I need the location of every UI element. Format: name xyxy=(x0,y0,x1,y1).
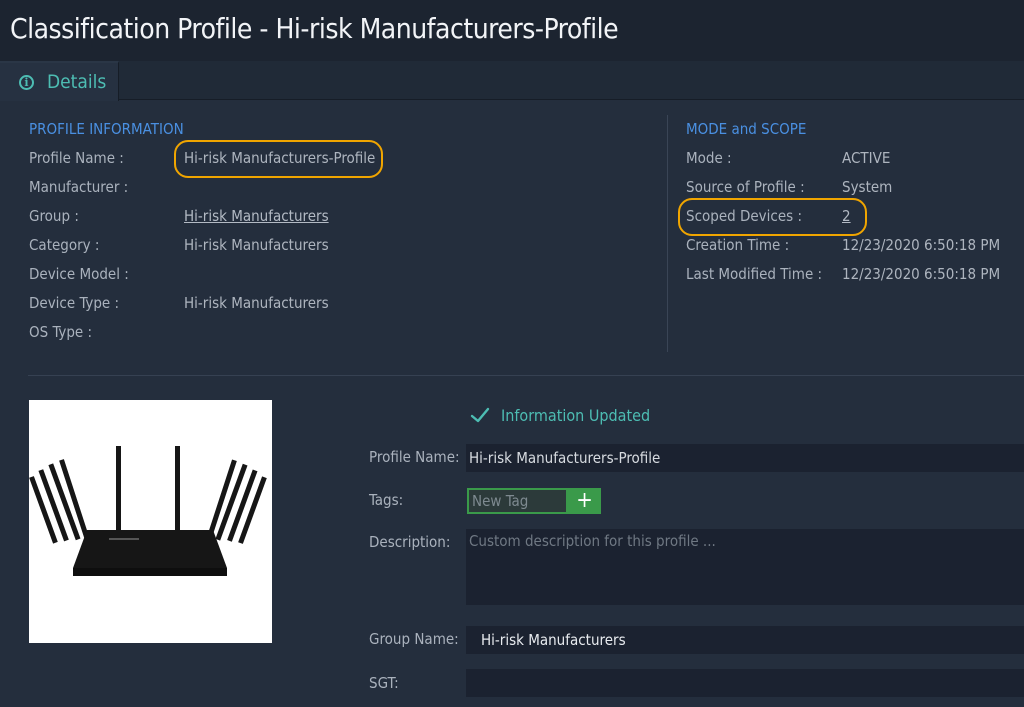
sgt-label: SGT: xyxy=(369,674,399,692)
page-title: Classification Profile - Hi-risk Manufac… xyxy=(10,12,619,45)
column-divider xyxy=(667,115,668,352)
tab-bar: i Details xyxy=(0,61,1024,101)
last-modified-time-label: Last Modified Time : xyxy=(686,265,823,283)
add-tag-button[interactable]: + xyxy=(568,488,601,514)
status-message-text: Information Updated xyxy=(501,405,651,425)
check-icon xyxy=(470,407,490,423)
sgt-input[interactable] xyxy=(466,669,1024,697)
description-label: Description: xyxy=(369,533,451,551)
profile-name-input[interactable]: Hi-risk Manufacturers-Profile xyxy=(466,444,1024,472)
mode-scope-title: MODE and SCOPE xyxy=(686,120,807,138)
tab-details-label: Details xyxy=(47,71,107,93)
profile-information-title: PROFILE INFORMATION xyxy=(29,120,184,138)
info-icon: i xyxy=(19,74,34,90)
device-model-label: Device Model : xyxy=(29,265,129,283)
router-image xyxy=(29,400,272,643)
device-type-label: Device Type : xyxy=(29,294,120,312)
os-type-label: OS Type : xyxy=(29,323,93,341)
profile-name-label: Profile Name : xyxy=(29,149,124,167)
manufacturer-label: Manufacturer : xyxy=(29,178,129,196)
section-divider xyxy=(28,375,1024,376)
scoped-devices-highlight xyxy=(678,198,867,236)
profile-name-highlight xyxy=(174,140,383,178)
profile-name-field-label: Profile Name: xyxy=(369,448,460,466)
group-name-label: Group Name: xyxy=(369,630,459,648)
source-of-profile-value: System xyxy=(842,178,893,196)
source-of-profile-label: Source of Profile : xyxy=(686,178,805,196)
description-textarea[interactable]: Custom description for this profile ... xyxy=(466,529,1024,605)
router-icon xyxy=(29,446,267,576)
device-type-value: Hi-risk Manufacturers xyxy=(184,294,329,312)
category-value: Hi-risk Manufacturers xyxy=(184,236,329,254)
category-label: Category : xyxy=(29,236,100,254)
status-message: Information Updated xyxy=(469,404,650,426)
creation-time-value: 12/23/2020 6:50:18 PM xyxy=(842,236,1001,254)
group-label: Group : xyxy=(29,207,79,225)
tab-details[interactable]: i Details xyxy=(0,61,119,101)
title-bar: Classification Profile - Hi-risk Manufac… xyxy=(0,0,1024,62)
mode-value: ACTIVE xyxy=(842,149,891,167)
group-name-select[interactable]: Hi-risk Manufacturers xyxy=(466,626,1024,654)
mode-label: Mode : xyxy=(686,149,732,167)
last-modified-time-value: 12/23/2020 6:50:18 PM xyxy=(842,265,1001,283)
tags-label: Tags: xyxy=(369,491,404,509)
creation-time-label: Creation Time : xyxy=(686,236,790,254)
group-link[interactable]: Hi-risk Manufacturers xyxy=(184,207,329,225)
new-tag-input[interactable]: New Tag xyxy=(467,488,568,514)
